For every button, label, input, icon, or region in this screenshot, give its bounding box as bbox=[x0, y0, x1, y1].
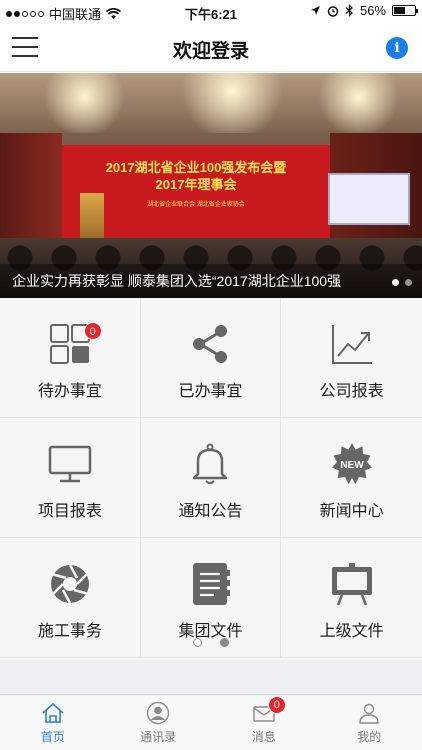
grid-item-pending-tasks[interactable]: 0 待办事宜 bbox=[0, 298, 141, 418]
tab-label: 首页 bbox=[40, 730, 65, 744]
tab-contacts[interactable]: 通讯录 bbox=[106, 695, 212, 750]
bell-icon bbox=[188, 442, 232, 486]
grid-item-label: 新闻中心 bbox=[319, 503, 384, 520]
tab-messages[interactable]: 0 消息 bbox=[211, 695, 317, 750]
grid-item-label: 项目报表 bbox=[37, 503, 102, 520]
share-icon bbox=[188, 322, 232, 366]
banner-photo-ceiling bbox=[0, 73, 422, 133]
backdrop-text-line2: 2017年理事会 bbox=[155, 177, 237, 192]
tab-label: 消息 bbox=[251, 730, 276, 744]
banner-dot-1[interactable] bbox=[392, 279, 399, 286]
bottom-tab-bar: 首页 通讯录 0 消息 我的 bbox=[0, 694, 422, 750]
grid-item-label: 已办事宜 bbox=[178, 383, 243, 400]
status-bar: 中国联通 下午6:21 56% bbox=[0, 0, 422, 24]
pending-count-badge: 0 bbox=[83, 322, 102, 340]
contacts-icon bbox=[146, 701, 170, 725]
banner-pagination-dots bbox=[392, 279, 412, 286]
news-banner-carousel[interactable]: 2017湖北省企业100强发布会暨 2017年理事会 湖北省企业联合会 湖北省企… bbox=[0, 73, 422, 298]
location-arrow-icon bbox=[310, 6, 320, 15]
bluetooth-icon bbox=[345, 4, 353, 17]
grid-page-dot-1[interactable] bbox=[193, 638, 202, 647]
grid-item-label: 通知公告 bbox=[178, 503, 243, 520]
content-spacer bbox=[0, 660, 422, 694]
notebook-icon bbox=[188, 562, 232, 606]
tab-label: 我的 bbox=[357, 730, 382, 744]
info-icon[interactable]: i bbox=[386, 37, 408, 59]
easel-board-icon bbox=[330, 562, 374, 606]
grid-item-notices[interactable]: 通知公告 bbox=[140, 418, 282, 538]
banner-dot-2[interactable] bbox=[405, 279, 412, 286]
grid-item-done-tasks[interactable]: 已办事宜 bbox=[140, 298, 282, 418]
user-icon bbox=[357, 701, 381, 725]
grid-item-news-center[interactable]: NEW 新闻中心 bbox=[281, 418, 422, 538]
new-badge-text: NEW bbox=[340, 460, 364, 471]
alarm-icon bbox=[327, 5, 339, 17]
trend-chart-icon bbox=[330, 322, 374, 366]
navigation-bar: 欢迎登录 i bbox=[0, 24, 422, 72]
banner-photo-screen bbox=[328, 173, 410, 225]
battery-icon bbox=[392, 5, 418, 16]
grid-pagination-dots bbox=[0, 638, 422, 647]
grid-page-dot-2[interactable] bbox=[220, 638, 229, 647]
function-grid: 0 待办事宜 已办事宜 公司报表 项目报表 通知公告 NEW 新闻中心 施工事务… bbox=[0, 298, 422, 660]
aperture-icon bbox=[48, 562, 92, 606]
new-badge-icon: NEW bbox=[330, 442, 374, 486]
monitor-icon bbox=[48, 442, 92, 486]
message-count-badge: 0 bbox=[267, 696, 286, 714]
banner-caption[interactable]: 企业实力再获彰显 顺泰集团入选“2017湖北企业100强 bbox=[12, 271, 384, 291]
tab-profile[interactable]: 我的 bbox=[317, 695, 422, 750]
grid-item-project-reports[interactable]: 项目报表 bbox=[0, 418, 141, 538]
grid-item-company-reports[interactable]: 公司报表 bbox=[281, 298, 422, 418]
grid-item-label: 公司报表 bbox=[319, 383, 384, 400]
tab-home[interactable]: 首页 bbox=[0, 695, 106, 750]
page-title: 欢迎登录 bbox=[172, 41, 249, 62]
tab-label: 通讯录 bbox=[140, 730, 177, 744]
home-icon bbox=[41, 701, 65, 725]
grid-item-label: 待办事宜 bbox=[37, 383, 102, 400]
battery-percent: 56% bbox=[359, 3, 386, 18]
